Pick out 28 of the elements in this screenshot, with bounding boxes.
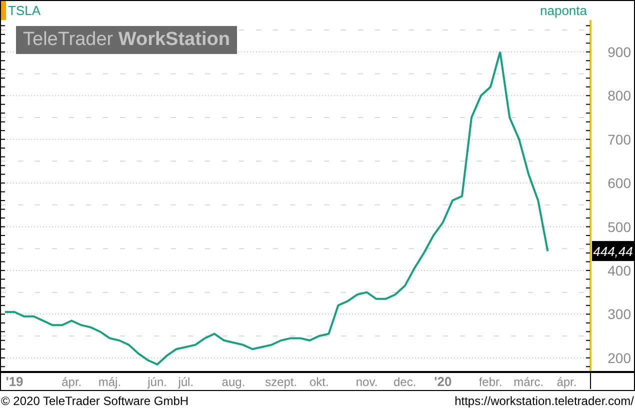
x-tick-label: júl.	[178, 375, 194, 389]
x-tick-label: nov.	[356, 375, 378, 389]
y-tick-label: 600	[608, 175, 631, 192]
y-tick-label: 800	[608, 88, 631, 104]
y-tick-label: 900	[608, 44, 631, 60]
last-price-label: 444,44	[592, 241, 634, 262]
x-tick-label: '19	[6, 374, 24, 389]
x-tick-label: dec.	[394, 375, 416, 389]
symbol-label: TSLA	[1, 1, 41, 20]
x-tick-label: febr.	[478, 375, 502, 389]
x-tick-label: '20	[434, 374, 452, 389]
y-tick-label: 500	[608, 218, 631, 235]
x-tick-label: jún.	[148, 375, 167, 389]
y-tick-label: 200	[608, 350, 631, 366]
x-tick-label: szept.	[265, 375, 298, 389]
logo: TeleTrader WorkStation	[16, 26, 237, 54]
x-tick-label: máj.	[98, 375, 122, 389]
x-tick-label: ápr.	[556, 375, 577, 389]
x-tick-label: okt.	[310, 375, 329, 389]
y-tick-label: 300	[608, 306, 631, 322]
x-tick-label: aug.	[222, 375, 246, 389]
y-tick-label: 400	[608, 262, 631, 278]
x-tick-label: ápr.	[62, 375, 82, 389]
y-tick-label: 700	[608, 131, 631, 148]
website-link[interactable]: https://workstation.teletrader.com/	[454, 394, 634, 408]
copyright-text: © 2020 TeleTrader Software GmbH	[1, 394, 189, 408]
x-tick-label: márc.	[514, 375, 544, 389]
interval-label: naponta	[540, 3, 587, 18]
